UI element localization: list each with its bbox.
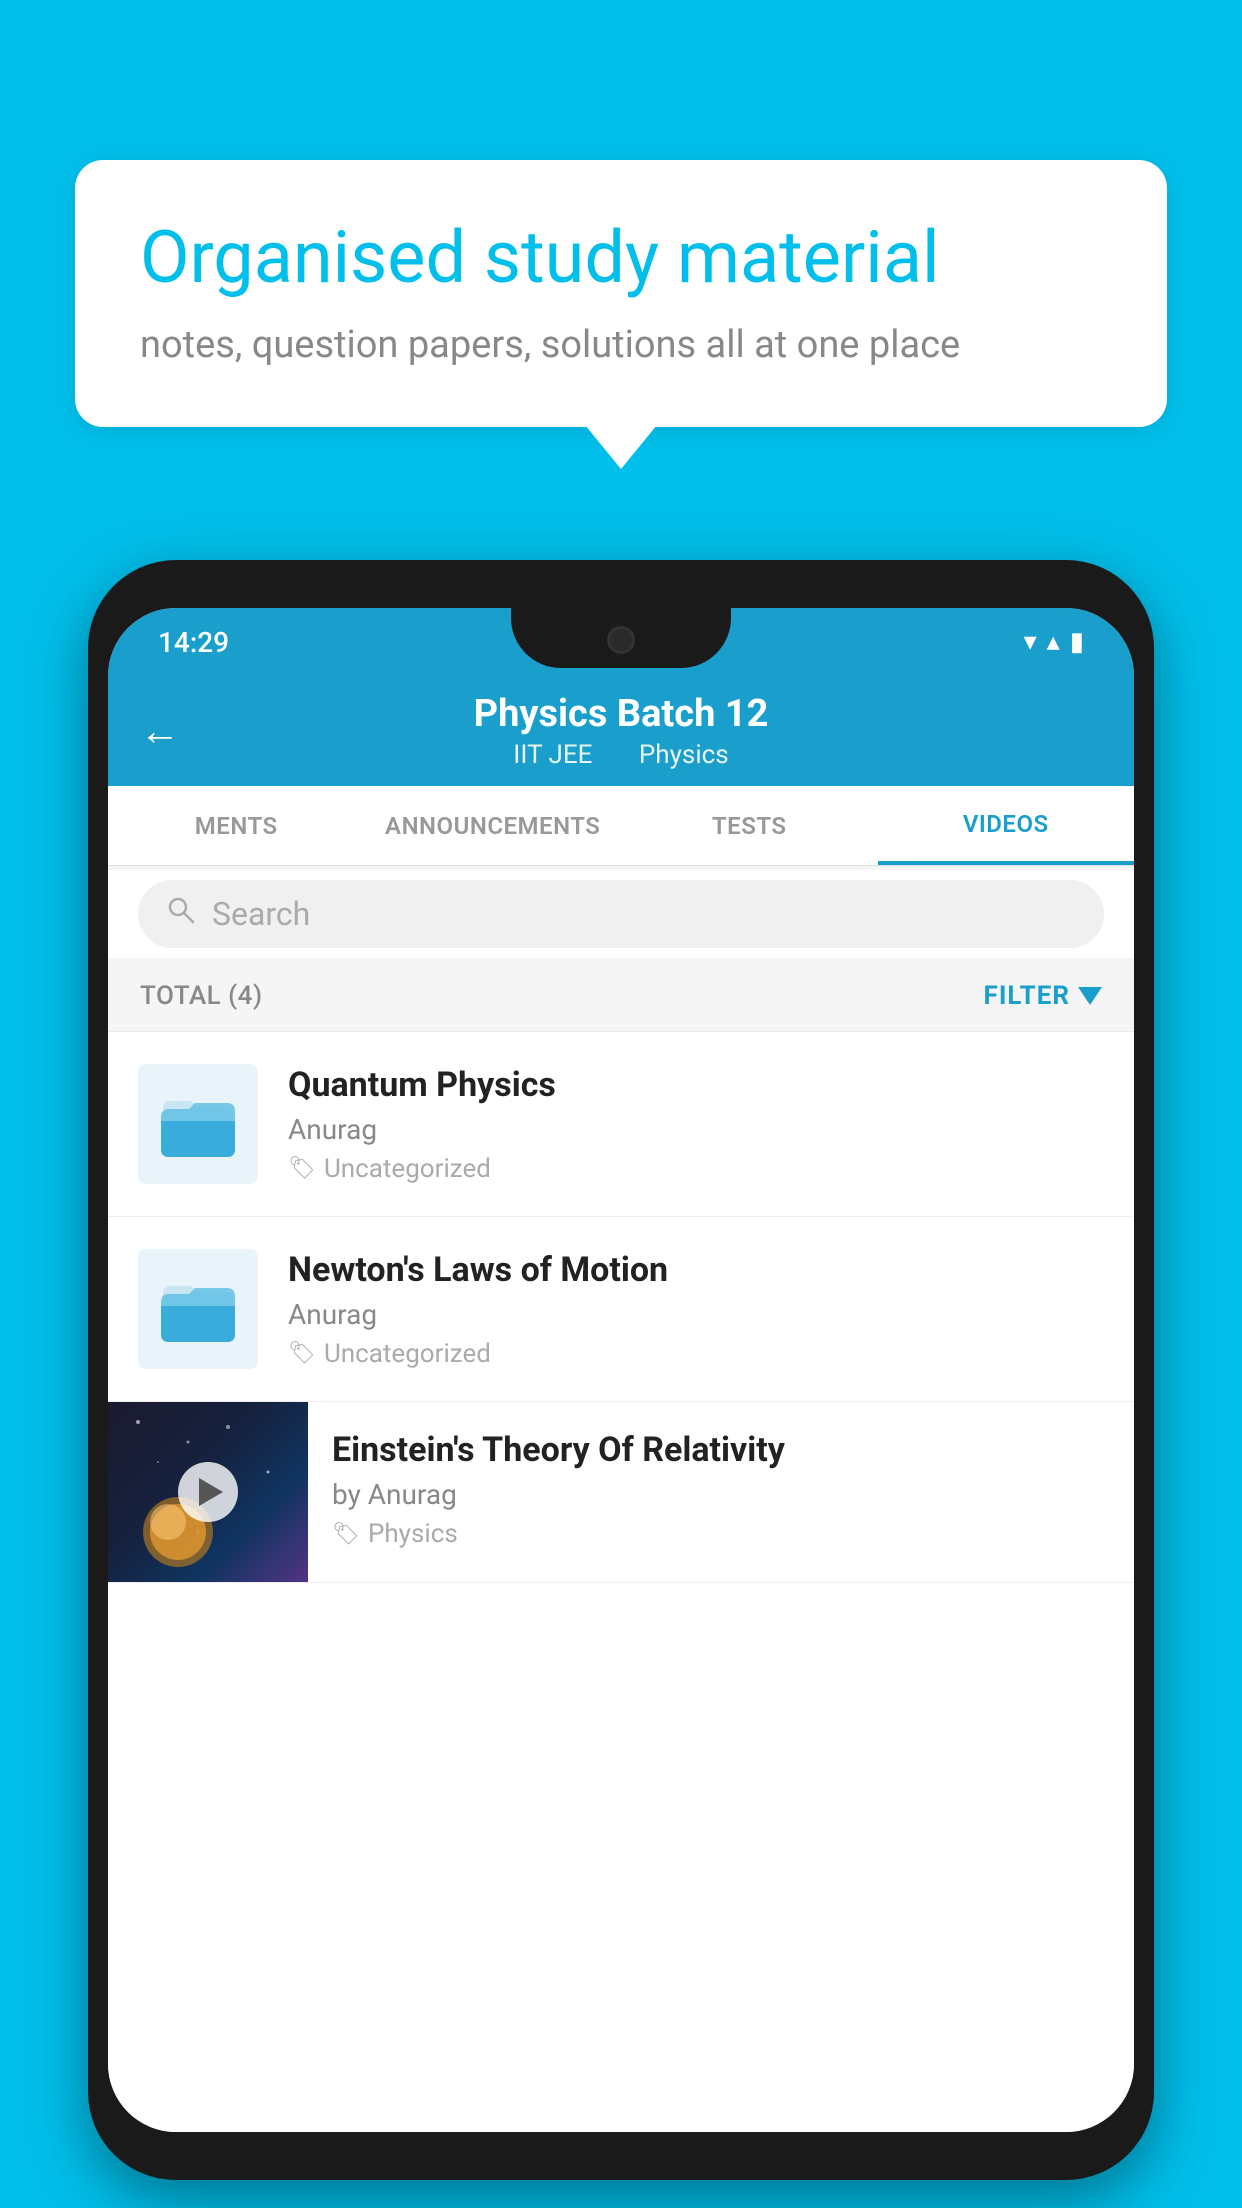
video-title: Newton's Laws of Motion: [288, 1250, 1104, 1290]
video-info: Newton's Laws of Motion Anurag 🏷 Uncateg…: [288, 1250, 1104, 1369]
tab-videos[interactable]: VIDEOS: [878, 786, 1135, 865]
bubble-subtitle: notes, question papers, solutions all at…: [140, 323, 1102, 367]
play-icon: [199, 1478, 223, 1506]
tag-icon: 🏷: [332, 1522, 360, 1547]
search-bar: Search: [108, 870, 1134, 958]
header-title: Physics Batch 12: [474, 692, 769, 736]
total-count: TOTAL (4): [140, 981, 263, 1011]
search-icon: [166, 895, 196, 933]
filter-icon: [1078, 987, 1102, 1005]
header-physics: Physics: [639, 740, 729, 770]
tag-icon: 🏷: [288, 1341, 316, 1366]
signal-icon: ▴: [1047, 627, 1060, 657]
battery-icon: ▮: [1070, 627, 1084, 657]
video-author: Anurag: [288, 1113, 1104, 1146]
header-subtitle: IIT JEE Physics: [503, 740, 738, 770]
video-info: Einstein's Theory Of Relativity by Anura…: [308, 1402, 1134, 1577]
tab-announcements[interactable]: ANNOUNCEMENTS: [365, 786, 622, 865]
list-item[interactable]: Newton's Laws of Motion Anurag 🏷 Uncateg…: [108, 1217, 1134, 1402]
video-tag: 🏷 Uncategorized: [288, 1154, 1104, 1184]
content-area: Quantum Physics Anurag 🏷 Uncategorized: [108, 1032, 1134, 2132]
video-info: Quantum Physics Anurag 🏷 Uncategorized: [288, 1065, 1104, 1184]
status-icons: ▾ ▴ ▮: [1024, 627, 1084, 657]
video-author: by Anurag: [332, 1478, 1110, 1511]
filter-bar: TOTAL (4) FILTER: [108, 960, 1134, 1032]
bubble-title: Organised study material: [140, 215, 1102, 301]
video-tag: 🏷 Physics: [332, 1519, 1110, 1549]
notch: [511, 608, 731, 668]
filter-button[interactable]: FILTER: [984, 981, 1102, 1011]
back-button[interactable]: ←: [140, 708, 180, 755]
video-tag: 🏷 Uncategorized: [288, 1339, 1104, 1369]
phone-frame: 14:29 ▾ ▴ ▮ ← Physics Batch 12 IIT JEE P…: [88, 560, 1154, 2180]
phone-screen: 14:29 ▾ ▴ ▮ ← Physics Batch 12 IIT JEE P…: [108, 608, 1134, 2132]
clock: 14:29: [158, 626, 229, 659]
list-item[interactable]: Quantum Physics Anurag 🏷 Uncategorized: [108, 1032, 1134, 1217]
camera: [607, 626, 635, 654]
play-button[interactable]: [178, 1462, 238, 1522]
video-thumbnail: [108, 1402, 308, 1582]
folder-icon: [153, 1079, 243, 1169]
tabs-bar: MENTS ANNOUNCEMENTS TESTS VIDEOS: [108, 786, 1134, 866]
speech-bubble: Organised study material notes, question…: [75, 160, 1167, 427]
video-title: Quantum Physics: [288, 1065, 1104, 1105]
app-header: ← Physics Batch 12 IIT JEE Physics: [108, 676, 1134, 786]
header-iit-jee: IIT JEE: [513, 740, 592, 770]
search-input[interactable]: Search: [212, 895, 310, 933]
video-author: Anurag: [288, 1298, 1104, 1331]
tab-ments[interactable]: MENTS: [108, 786, 365, 865]
list-item[interactable]: Einstein's Theory Of Relativity by Anura…: [108, 1402, 1134, 1583]
tab-tests[interactable]: TESTS: [621, 786, 878, 865]
folder-thumbnail: [138, 1064, 258, 1184]
search-input-wrap[interactable]: Search: [138, 880, 1104, 948]
folder-thumbnail: [138, 1249, 258, 1369]
tag-icon: 🏷: [288, 1156, 316, 1181]
wifi-icon: ▾: [1024, 627, 1037, 657]
folder-icon: [153, 1264, 243, 1354]
video-title: Einstein's Theory Of Relativity: [332, 1430, 1110, 1470]
